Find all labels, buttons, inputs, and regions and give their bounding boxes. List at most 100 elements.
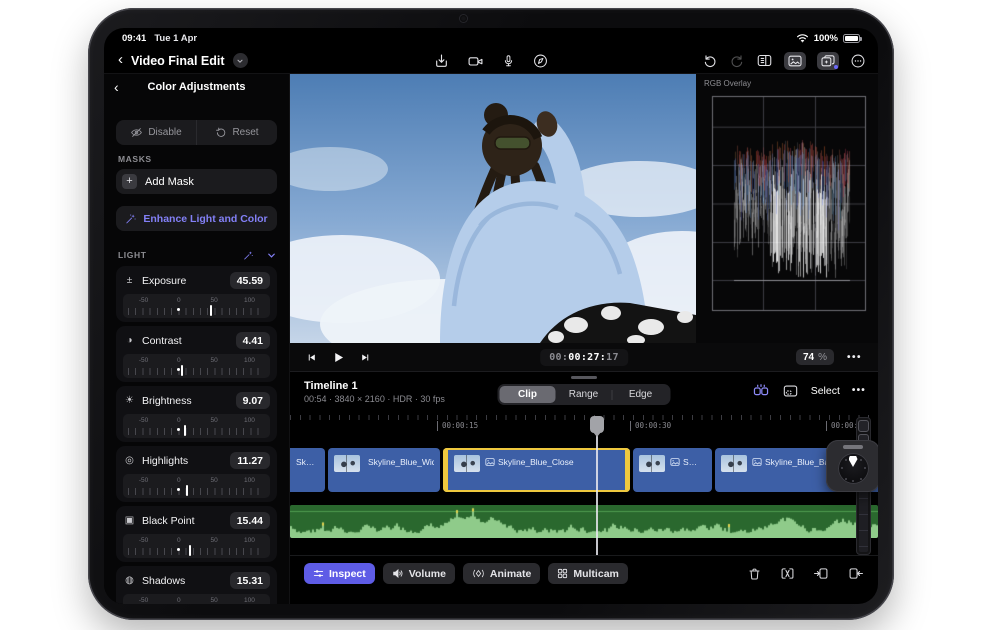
playhead-line[interactable] (596, 433, 598, 555)
slider-value[interactable]: 4.41 (235, 332, 270, 349)
camera-icon[interactable] (467, 53, 485, 69)
export-icon[interactable] (434, 53, 450, 69)
inspect-button[interactable]: Inspect (304, 563, 375, 584)
jog-dial[interactable] (837, 453, 869, 484)
enhance-light-color-button[interactable]: Enhance Light and Color (116, 206, 277, 231)
slider-label: Highlights (142, 454, 189, 467)
clip-thumbnail (454, 455, 480, 472)
snapping-icon[interactable] (752, 383, 770, 398)
ruler-label: 00:00:15 (437, 421, 478, 431)
clip-s[interactable]: S… (633, 448, 712, 492)
microphone-icon[interactable] (502, 53, 516, 69)
slider-label: Shadows (142, 574, 186, 587)
annotate-icon[interactable] (533, 53, 549, 69)
value-marker[interactable] (188, 545, 191, 556)
slider-value[interactable]: 15.31 (229, 572, 270, 589)
track-height-toggle-icon[interactable] (858, 420, 869, 432)
mode-clip[interactable]: Clip (499, 386, 556, 403)
jog-wheel[interactable] (826, 440, 878, 492)
audio-track[interactable] (290, 505, 878, 538)
light-section-label: LIGHT (118, 250, 147, 260)
clip-skyline-blue-close-selected[interactable]: Skyline_Blue_Close (443, 448, 630, 492)
browser-panel-icon[interactable] (756, 53, 773, 68)
picture-overlay-icon[interactable] (782, 384, 799, 398)
value-marker[interactable] (210, 305, 213, 316)
insert-icon[interactable] (813, 566, 830, 581)
timeline-ruler[interactable]: 00:00:15 00:00:30 00:00:45 (290, 415, 878, 445)
blade-icon[interactable] (779, 566, 796, 581)
clip-partial[interactable]: Sk… (290, 448, 325, 492)
tick-label: 0 (177, 597, 181, 604)
skip-back-icon[interactable] (306, 352, 317, 363)
multicam-label: Multicam (573, 567, 619, 580)
slider-value[interactable]: 11.27 (230, 452, 270, 469)
select-button[interactable]: Select (811, 385, 840, 397)
color-adjustments-panel: ‹ Color Adjustments Disable Reset MASKS … (104, 74, 290, 604)
panel-back-chevron-icon[interactable]: ‹ (114, 79, 119, 95)
timeline-clip-track: Sk… Skyline_Blue_Wide Skyline_Blue_Close (290, 448, 878, 492)
project-menu-chevron-icon[interactable] (232, 53, 248, 68)
animate-button[interactable]: Animate (462, 563, 541, 584)
mode-edge[interactable]: Edge (613, 386, 669, 403)
timeline-more-button[interactable]: ••• (852, 385, 866, 396)
more-options-icon[interactable] (850, 53, 866, 69)
contrast-slider[interactable]: -50 0 50 100 (123, 354, 270, 378)
viewer-more-button[interactable]: ••• (847, 352, 862, 363)
highlights-slider[interactable]: -50 0 50 100 (123, 474, 270, 498)
dial-dot (851, 480, 854, 482)
video-viewer[interactable] (290, 74, 696, 343)
multicam-button[interactable]: Multicam (548, 563, 628, 584)
skip-forward-icon[interactable] (360, 352, 371, 363)
delete-icon[interactable] (747, 566, 762, 582)
slider-value[interactable]: 9.07 (235, 392, 270, 409)
magic-wand-icon (126, 214, 136, 223)
reset-label: Reset (232, 127, 259, 138)
tick-label: -50 (138, 597, 149, 604)
value-marker[interactable] (184, 425, 187, 436)
tick-label: 100 (243, 417, 255, 424)
timecode-display[interactable]: 00:00:27:17 (540, 348, 628, 366)
tick-label: 50 (210, 297, 218, 304)
disable-button[interactable]: Disable (116, 120, 196, 145)
slider-value[interactable]: 45.59 (229, 272, 270, 289)
tick-marks (128, 548, 265, 555)
panel-resize-handle[interactable] (571, 376, 597, 379)
animate-label: Animate (489, 567, 532, 580)
back-chevron-icon[interactable]: ‹ (118, 52, 123, 67)
volume-button[interactable]: Volume (382, 563, 455, 584)
timeline-title[interactable]: Timeline 1 (304, 380, 445, 392)
undo-icon[interactable] (702, 53, 718, 69)
tick-label: 50 (210, 417, 218, 424)
clip-thumbnail (639, 455, 665, 472)
play-button[interactable] (332, 351, 345, 364)
mode-range[interactable]: Range (556, 386, 612, 403)
media-library-icon[interactable] (784, 51, 806, 70)
clip-media-icon (670, 458, 680, 466)
clip-name: Skyline_Blue_Close (498, 457, 574, 467)
jog-drag-handle[interactable] (843, 445, 863, 449)
slider-label: Black Point (142, 514, 195, 527)
black-point-slider[interactable]: -50 0 50 100 (123, 534, 270, 558)
overwrite-icon[interactable] (847, 566, 864, 581)
tick-marks (128, 488, 265, 495)
zoom-level-control[interactable]: 74% (795, 349, 834, 365)
tick-label: -50 (138, 297, 149, 304)
collapse-chevron-icon[interactable] (266, 250, 277, 261)
slider-card-black-point: ▣ Black Point 15.44 -50 0 50 100 (116, 506, 277, 562)
reset-button[interactable]: Reset (196, 120, 277, 145)
effects-icon[interactable] (817, 51, 839, 70)
redo-icon[interactable] (729, 53, 745, 69)
shadows-slider[interactable]: -50 0 50 100 (123, 594, 270, 604)
add-mask-button[interactable]: + Add Mask (116, 169, 277, 194)
slider-value[interactable]: 15.44 (229, 512, 270, 529)
project-title[interactable]: Video Final Edit (131, 54, 225, 68)
auto-enhance-icon[interactable] (243, 250, 254, 261)
value-marker[interactable] (185, 485, 188, 496)
exposure-slider[interactable]: -50 0 50 100 (123, 294, 270, 318)
value-marker[interactable] (180, 365, 183, 376)
brightness-slider[interactable]: -50 0 50 100 (123, 414, 270, 438)
playhead-handle[interactable] (590, 416, 604, 437)
clip-skyline-blue-wide[interactable]: Skyline_Blue_Wide (328, 448, 440, 492)
disable-label: Disable (148, 127, 182, 138)
ipad-bezel: 09:41 Tue 1 Apr 100% ‹ Video Final Edit (88, 8, 894, 620)
